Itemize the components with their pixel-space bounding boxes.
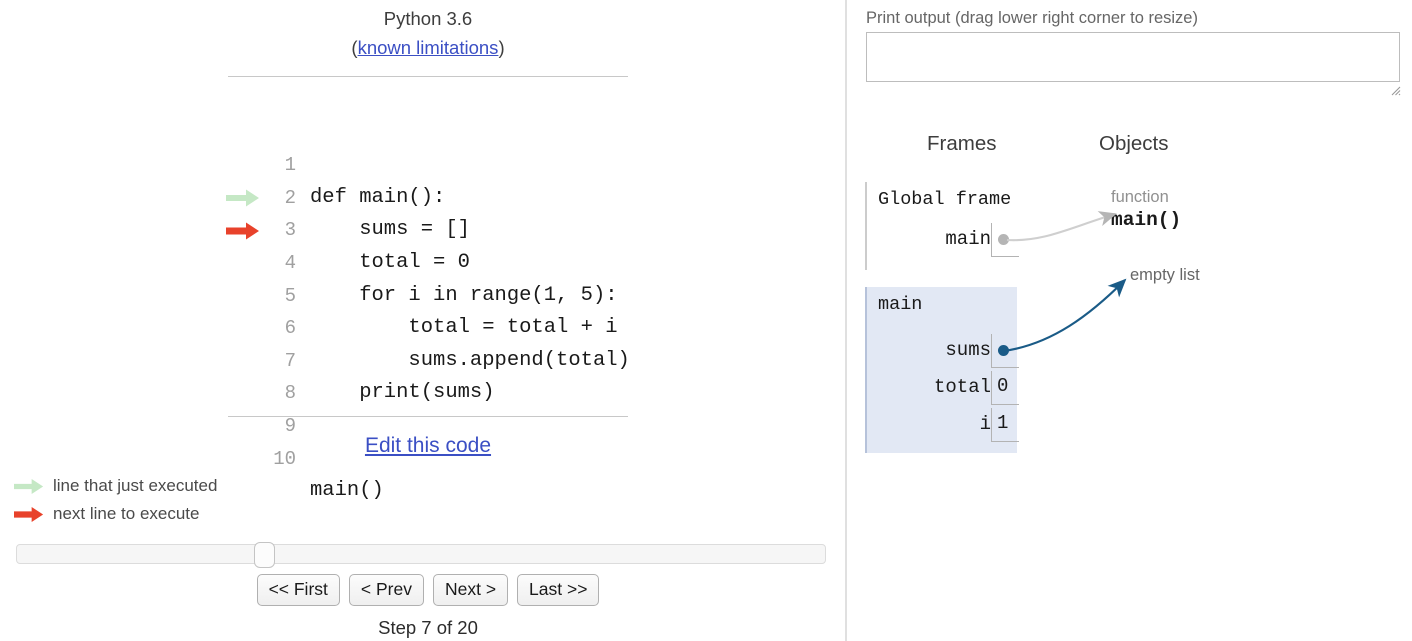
objects-header: Objects [1099, 132, 1169, 155]
step-counter-label: Step 7 of 20 [378, 617, 478, 638]
code-line[interactable]: 8 [228, 312, 628, 404]
code-display: 1 def main(): 2 sums = [] 3 total = 0 4 … [226, 76, 630, 503]
main-frame: main sums total 0 i 1 [865, 287, 1019, 453]
global-frame: Global frame main [865, 182, 1019, 270]
python-version-header: Python 3.6 (known limitations) [228, 5, 628, 62]
step-slider[interactable] [16, 542, 826, 568]
code-panel: Python 3.6 (known limitations) 1 def mai… [0, 0, 845, 641]
next-line-arrow-icon [226, 222, 259, 240]
limitations-paren-close: ) [498, 36, 505, 58]
just-executed-arrow-icon [14, 478, 44, 494]
frame-title: Global frame [878, 189, 1012, 210]
object-value: main() [1111, 209, 1182, 232]
edit-this-code-link[interactable]: Edit this code [365, 434, 491, 457]
code-line[interactable]: 6 sums.append(total) [228, 247, 630, 372]
code-line-next[interactable]: 5 total = total + i [226, 214, 628, 339]
code-line[interactable]: 7 print(sums) [228, 280, 628, 405]
arrow-slot [224, 377, 262, 410]
object-empty-list: empty list [1130, 266, 1200, 284]
python-version-label: Python 3.6 [383, 8, 473, 29]
variable-name: i [979, 413, 991, 435]
variable-name: main [945, 228, 991, 250]
global-main-pointer-arrow [1006, 211, 1117, 242]
arrow-legend: line that just executed next line to exe… [14, 472, 217, 528]
arrow-slot [224, 182, 262, 215]
variable-value-cell: 1 [991, 408, 1019, 442]
navigation-buttons: << First < Prev Next > Last >> [228, 574, 628, 606]
variable-value: 1 [997, 412, 1009, 434]
arrow-slot [224, 280, 262, 313]
code-line[interactable]: 2 sums = [] [228, 117, 628, 242]
variable-row: sums [867, 334, 1019, 371]
frames-header: Frames [927, 132, 997, 155]
legend-row-executed: line that just executed [14, 472, 217, 500]
variable-name: total [933, 376, 991, 398]
print-output-label: Print output (drag lower right corner to… [866, 9, 1198, 27]
arrow-slot [224, 345, 262, 378]
arrow-slot [224, 247, 262, 280]
object-function: function main() [1111, 186, 1181, 233]
pointer-dot [998, 234, 1009, 245]
variable-row: main [867, 223, 1019, 260]
next-line-arrow-icon [14, 506, 44, 522]
sums-pointer-arrow [1003, 278, 1127, 353]
resize-handle-icon[interactable] [1389, 84, 1401, 96]
code-line-executed[interactable]: 4 for i in range(1, 5): [226, 182, 628, 307]
arrow-slot [224, 117, 262, 150]
legend-row-next: next line to execute [14, 500, 217, 528]
visualization-panel: Print output (drag lower right corner to… [847, 0, 1412, 641]
variable-name: sums [945, 339, 991, 361]
code-line[interactable]: 1 def main(): [228, 84, 628, 209]
just-executed-arrow-icon [226, 189, 259, 207]
variable-value: 0 [997, 375, 1009, 397]
line-code-text: main() [310, 479, 384, 503]
pointer-dot [998, 345, 1009, 356]
arrow-slot [224, 84, 262, 117]
first-button[interactable]: << First [256, 574, 340, 606]
variable-value-cell [991, 223, 1019, 257]
next-button[interactable]: Next > [432, 574, 509, 606]
arrow-slot [224, 312, 262, 345]
step-slider-thumb[interactable] [253, 542, 275, 568]
legend-label-next: next line to execute [53, 504, 200, 523]
variable-row: i 1 [867, 408, 1019, 445]
code-line[interactable]: 10 main() [228, 377, 628, 503]
edit-code-container: Edit this code [228, 434, 628, 458]
legend-label-executed: line that just executed [53, 476, 218, 495]
frame-title: main [878, 294, 923, 315]
code-line[interactable]: 3 total = 0 [228, 149, 628, 274]
arrow-slot [224, 149, 262, 182]
arrow-slot [224, 214, 262, 247]
object-type-label: function [1111, 188, 1169, 206]
print-output-textarea[interactable] [866, 32, 1400, 82]
variable-row: total 0 [867, 371, 1019, 408]
last-button[interactable]: Last >> [517, 574, 600, 606]
code-line[interactable]: 9 [228, 345, 628, 437]
variable-value-cell: 0 [991, 371, 1019, 405]
prev-button[interactable]: < Prev [348, 574, 424, 606]
variable-value-cell [991, 334, 1019, 368]
known-limitations-link[interactable]: known limitations [358, 37, 499, 58]
